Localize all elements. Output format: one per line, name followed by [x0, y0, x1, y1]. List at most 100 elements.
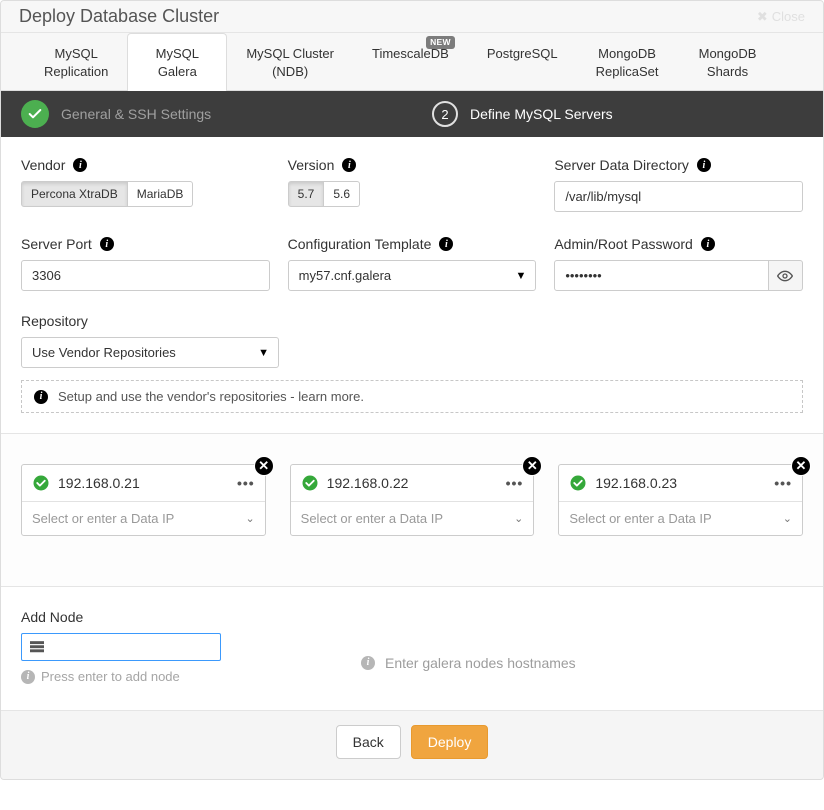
vendor-label: Vendor i — [21, 157, 270, 173]
repository-select[interactable]: ▼ — [21, 337, 279, 368]
step-define-servers[interactable]: 2 Define MySQL Servers — [412, 101, 823, 127]
field-version: Version i 5.7 5.6 — [288, 157, 537, 212]
tab-mysql-cluster-ndb[interactable]: MySQL Cluster (NDB) — [227, 33, 353, 90]
chevron-down-icon: ⌄ — [783, 512, 792, 525]
hint-text: Press enter to add node — [41, 669, 180, 684]
node-card: ✕ 192.168.0.22 ••• Select or enter a Dat… — [290, 464, 535, 536]
step-label: Define MySQL Servers — [470, 106, 613, 122]
add-node-input[interactable] — [21, 633, 221, 661]
new-badge: NEW — [426, 36, 455, 49]
password-input[interactable] — [554, 260, 769, 291]
vendor-options: Percona XtraDB MariaDB — [21, 181, 193, 207]
node-card: ✕ 192.168.0.23 ••• Select or enter a Dat… — [558, 464, 803, 536]
modal-header: Deploy Database Cluster ✖ Close — [1, 1, 823, 33]
config-template-label: Configuration Template i — [288, 236, 537, 252]
data-ip-placeholder: Select or enter a Data IP — [301, 511, 443, 526]
steps-bar: General & SSH Settings 2 Define MySQL Se… — [1, 91, 823, 137]
remove-node-button[interactable]: ✕ — [254, 456, 274, 476]
node-menu-button[interactable]: ••• — [237, 475, 255, 491]
config-template-value[interactable] — [288, 260, 537, 291]
remove-node-button[interactable]: ✕ — [522, 456, 542, 476]
reveal-password-button[interactable] — [769, 260, 803, 291]
field-config-template: Configuration Template i ▼ — [288, 236, 537, 291]
vendor-option-percona[interactable]: Percona XtraDB — [21, 181, 128, 207]
step-number-badge: 2 — [432, 101, 458, 127]
info-icon: i — [361, 656, 375, 670]
deploy-button[interactable]: Deploy — [411, 725, 489, 759]
config-template-select[interactable]: ▼ — [288, 260, 537, 291]
version-option-5-7[interactable]: 5.7 — [288, 181, 325, 207]
version-option-5-6[interactable]: 5.6 — [324, 181, 360, 207]
node-ip: 192.168.0.21 — [58, 475, 229, 491]
eye-icon — [777, 268, 793, 284]
status-ok-icon — [569, 474, 587, 492]
step-label: General & SSH Settings — [61, 106, 211, 122]
info-icon: i — [21, 670, 35, 684]
info-icon[interactable]: i — [697, 158, 711, 172]
hint-text: Enter galera nodes hostnames — [385, 655, 576, 671]
vendor-option-mariadb[interactable]: MariaDB — [128, 181, 194, 207]
info-icon[interactable]: i — [73, 158, 87, 172]
version-options: 5.7 5.6 — [288, 181, 360, 207]
tab-postgresql[interactable]: PostgreSQL — [468, 33, 577, 90]
back-button[interactable]: Back — [336, 725, 401, 759]
data-ip-placeholder: Select or enter a Data IP — [32, 511, 174, 526]
info-icon[interactable]: i — [100, 237, 114, 251]
hint-text: Setup and use the vendor's repositories … — [58, 389, 364, 404]
data-dir-label: Server Data Directory i — [554, 157, 803, 173]
server-port-input[interactable] — [21, 260, 270, 291]
label-text: Configuration Template — [288, 236, 432, 252]
add-node-below-hint: i Press enter to add node — [21, 669, 241, 684]
status-ok-icon — [32, 474, 50, 492]
label-text: Admin/Root Password — [554, 236, 693, 252]
deploy-cluster-modal: Deploy Database Cluster ✖ Close MySQL Re… — [0, 0, 824, 780]
tab-timescaledb[interactable]: TimescaleDBNEW — [353, 33, 468, 90]
node-menu-button[interactable]: ••• — [506, 475, 524, 491]
server-icon — [30, 641, 44, 653]
modal-footer: Back Deploy — [1, 710, 823, 779]
data-ip-select[interactable]: Select or enter a Data IP ⌄ — [559, 501, 802, 535]
data-ip-select[interactable]: Select or enter a Data IP ⌄ — [291, 501, 534, 535]
field-data-dir: Server Data Directory i — [554, 157, 803, 212]
repository-value[interactable] — [21, 337, 279, 368]
cluster-type-tabs: MySQL ReplicationMySQL GaleraMySQL Clust… — [1, 33, 823, 91]
password-label: Admin/Root Password i — [554, 236, 803, 252]
field-repository: Repository ▼ i Setup and use the vendor'… — [21, 313, 803, 413]
label-text: Server Data Directory — [554, 157, 689, 173]
form-body: Vendor i Percona XtraDB MariaDB Version … — [1, 137, 823, 433]
info-icon[interactable]: i — [342, 158, 356, 172]
chevron-down-icon: ⌄ — [514, 512, 523, 525]
remove-node-button[interactable]: ✕ — [791, 456, 811, 476]
data-ip-placeholder: Select or enter a Data IP — [569, 511, 711, 526]
label-text: Vendor — [21, 157, 65, 173]
repository-hint: i Setup and use the vendor's repositorie… — [21, 380, 803, 413]
data-ip-select[interactable]: Select or enter a Data IP ⌄ — [22, 501, 265, 535]
add-node-label: Add Node — [21, 609, 241, 625]
label-text: Server Port — [21, 236, 92, 252]
tab-mysql-galera[interactable]: MySQL Galera — [127, 33, 227, 91]
repository-label: Repository — [21, 313, 803, 329]
step-general-ssh[interactable]: General & SSH Settings — [1, 100, 412, 128]
node-card: ✕ 192.168.0.21 ••• Select or enter a Dat… — [21, 464, 266, 536]
tab-mysql-replication[interactable]: MySQL Replication — [25, 33, 127, 90]
version-label: Version i — [288, 157, 537, 173]
tab-mongodb-shards[interactable]: MongoDB Shards — [678, 33, 778, 90]
close-button[interactable]: ✖ Close — [757, 9, 805, 25]
tab-mongodb-replicaset[interactable]: MongoDB ReplicaSet — [577, 33, 678, 90]
node-ip: 192.168.0.23 — [595, 475, 766, 491]
label-text: Repository — [21, 313, 88, 329]
info-icon: i — [34, 390, 48, 404]
close-icon: ✖ — [757, 9, 768, 25]
label-text: Version — [288, 157, 335, 173]
node-menu-button[interactable]: ••• — [774, 475, 792, 491]
info-icon[interactable]: i — [701, 237, 715, 251]
data-dir-input[interactable] — [554, 181, 803, 212]
check-circle-icon — [21, 100, 49, 128]
info-icon[interactable]: i — [439, 237, 453, 251]
close-label: Close — [772, 9, 805, 24]
status-ok-icon — [301, 474, 319, 492]
field-password: Admin/Root Password i — [554, 236, 803, 291]
node-ip: 192.168.0.22 — [327, 475, 498, 491]
chevron-down-icon: ⌄ — [245, 512, 254, 525]
server-port-label: Server Port i — [21, 236, 270, 252]
